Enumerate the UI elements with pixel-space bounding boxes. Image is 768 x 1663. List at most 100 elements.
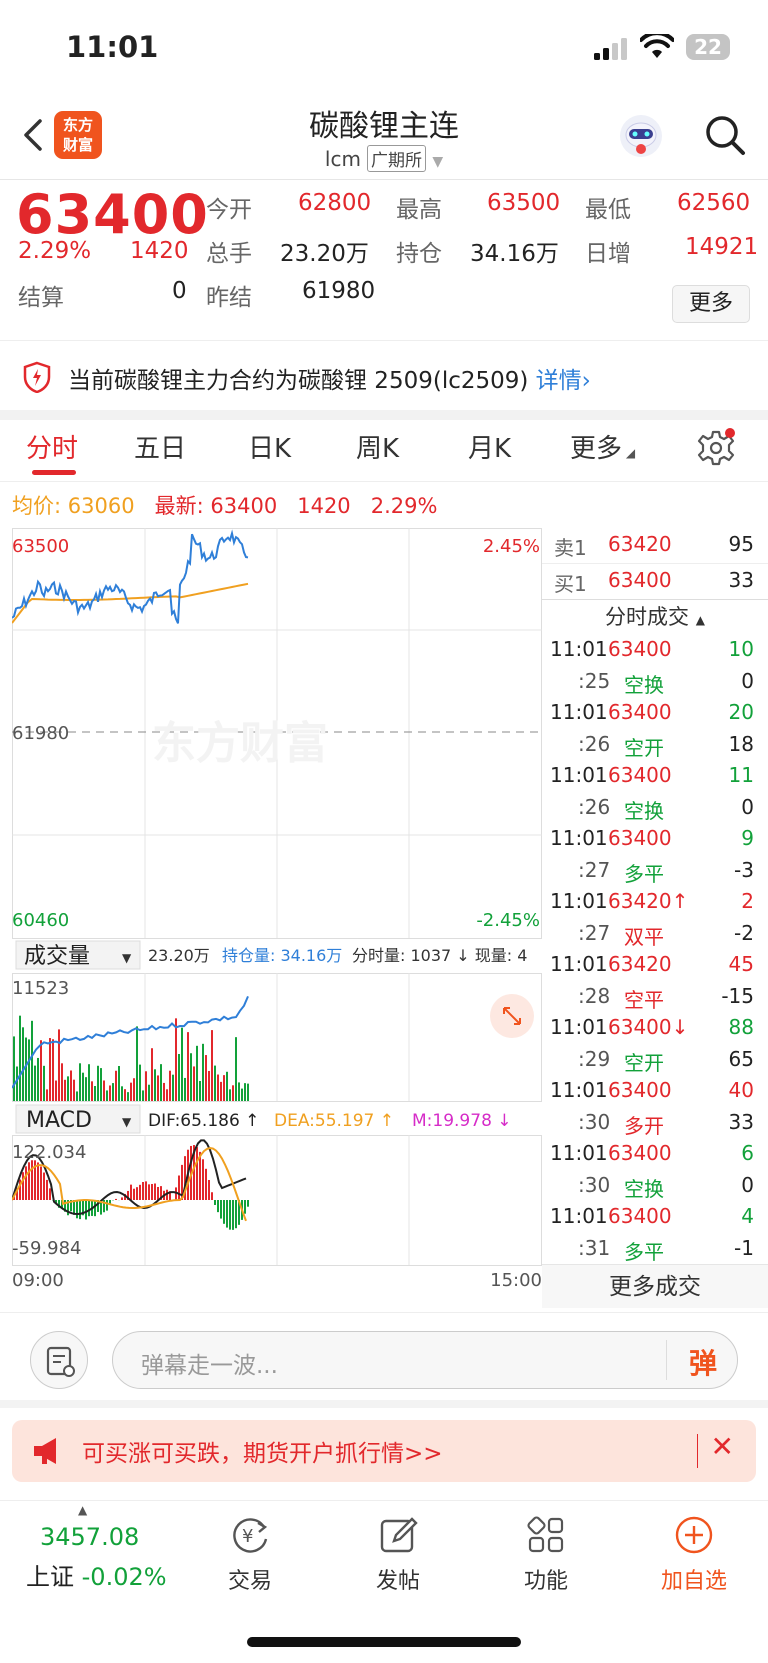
macd-dea: DEA:55.197 ↑ <box>274 1111 394 1131</box>
danmu-settings-button[interactable] <box>30 1331 88 1389</box>
tab-daily-k[interactable]: 日K <box>248 428 291 465</box>
notice-text: 当前碳酸锂主力合约为碳酸锂 2509(lc2509) 详情› <box>68 368 591 394</box>
volume-axis-max: 11523 <box>12 978 69 999</box>
megaphone-icon <box>34 1438 56 1464</box>
avg-value: 63060 <box>67 494 135 518</box>
tick-row: :26 空换 0 <box>578 794 754 823</box>
oi-label: 持仓 <box>396 241 442 267</box>
price-axis-top: 63500 <box>12 536 69 557</box>
time-axis-start: 09:00 <box>12 1270 64 1291</box>
tick-row: 11:01 63400 4 <box>550 1204 754 1228</box>
tab-monthly-k[interactable]: 月K <box>468 428 511 465</box>
robot-assistant-icon[interactable] <box>618 113 664 159</box>
notice-detail-link[interactable]: 详情 <box>536 368 582 394</box>
chevron-down-icon: ▼ <box>122 951 132 965</box>
more-quote-button[interactable]: 更多 <box>672 285 750 323</box>
volume-label: 成交量 <box>24 944 90 969</box>
watermark: 东方财富 <box>152 718 328 769</box>
more-deals-button[interactable]: 更多成交 <box>542 1264 768 1308</box>
volume-tick: 分时量: 1037 ↓ 现量: 4 <box>352 946 527 965</box>
volume-oi: 持仓量: 34.16万 <box>222 946 342 965</box>
macd-axis-top: 122.034 <box>12 1142 86 1163</box>
volume-bars <box>13 1015 249 1101</box>
tick-row: 11:01 63420↑ 2 <box>550 889 754 913</box>
bid-1-row: 买1 63400 33 <box>542 564 768 600</box>
low-label: 最低 <box>585 197 631 223</box>
status-bar: 11:01 22 <box>0 0 768 95</box>
tick-row: 11:01 63400 6 <box>550 1141 754 1165</box>
chevron-down-icon: ▼ <box>122 1115 132 1129</box>
latest-pct: 2.29% <box>370 494 438 518</box>
macd-axis-bottom: -59.984 <box>12 1238 81 1259</box>
change-pct: 2.29% <box>18 238 92 264</box>
plus-circle-icon <box>675 1516 713 1554</box>
chevron-down-icon: ▼ <box>432 154 444 170</box>
danmu-input[interactable]: 弹幕走一波... 弹 <box>112 1331 738 1389</box>
tick-row: :30 多开 33 <box>578 1109 754 1138</box>
post-button[interactable]: 发帖 <box>338 1513 458 1595</box>
price-axis-bottom: 60460 <box>12 910 69 931</box>
avg-latest-bar: 均价: 63060 最新: 63400 1420 2.29% <box>12 490 437 520</box>
main-contract-notice[interactable]: 当前碳酸锂主力合约为碳酸锂 2509(lc2509) 详情› <box>0 340 768 420</box>
tick-row: :28 空平 -15 <box>578 983 754 1012</box>
add-watchlist-button[interactable]: 加自选 <box>634 1513 754 1595</box>
daily-inc-label: 日增 <box>585 241 631 267</box>
time-axis-end: 15:00 <box>490 1270 542 1291</box>
index-ticker[interactable]: 上证 -0.02% <box>26 1557 167 1592</box>
shield-icon <box>23 361 51 393</box>
tick-row: :29 空开 65 <box>578 1046 754 1075</box>
ticks-header[interactable]: 分时成交 ▲ <box>542 600 768 634</box>
prev-settle-value: 61980 <box>302 278 376 304</box>
tick-row: 11:01 63400 10 <box>550 637 754 661</box>
tab-more[interactable]: 更多 ◢ <box>570 428 635 465</box>
tick-row: :30 空换 0 <box>578 1172 754 1201</box>
close-icon[interactable]: ✕ <box>711 1430 734 1463</box>
grid-icon <box>527 1516 564 1553</box>
macd-dif: DIF:65.186 ↑ <box>148 1111 259 1131</box>
intraday-chart[interactable]: 东方财富 63500 61980 60460 2.45% -2.45% 成交量 … <box>12 528 542 1308</box>
banner-text: 可买涨可买跌，期货开户抓行情>> <box>82 1441 443 1467</box>
danmu-toggle-icon[interactable]: 弹 <box>689 1342 717 1382</box>
danmu-bar: 弹幕走一波... 弹 <box>0 1312 768 1408</box>
edit-icon <box>380 1517 418 1553</box>
low-value: 62560 <box>677 190 751 216</box>
document-settings-icon <box>46 1346 75 1377</box>
trade-button[interactable]: ¥ 交易 <box>190 1513 310 1595</box>
caret-up-icon: ▲ <box>78 1503 88 1517</box>
search-icon[interactable] <box>703 113 747 157</box>
macd-label: MACD <box>26 1108 92 1133</box>
daily-inc-value: 14921 <box>685 234 759 260</box>
prev-settle-label: 昨结 <box>206 285 252 311</box>
latest-value: 63400 <box>210 494 278 518</box>
active-tab-indicator <box>32 470 76 475</box>
yen-exchange-icon: ¥ <box>233 1518 268 1553</box>
tab-intraday[interactable]: 分时 <box>26 428 78 465</box>
pct-axis-top: 2.45% <box>483 536 540 557</box>
home-indicator <box>247 1637 521 1647</box>
tick-row: :31 多平 -1 <box>578 1235 754 1264</box>
signal-icon <box>594 38 627 60</box>
tab-weekly-k[interactable]: 周K <box>356 428 399 465</box>
account-open-banner[interactable]: 可买涨可买跌，期货开户抓行情>> ✕ <box>12 1420 756 1482</box>
last-price: 63400 <box>16 183 209 246</box>
tick-row: :27 双平 -2 <box>578 920 754 949</box>
status-time: 11:01 <box>66 30 159 64</box>
settle-label: 结算 <box>18 285 64 311</box>
pct-axis-bottom: -2.45% <box>476 910 540 931</box>
tick-row: 11:01 63400 11 <box>550 763 754 787</box>
tick-row: 11:01 63400 9 <box>550 826 754 850</box>
tick-row: :25 空换 0 <box>578 668 754 697</box>
tick-row: 11:01 63420 45 <box>550 952 754 976</box>
settings-gear-icon[interactable] <box>696 428 736 468</box>
volume-label: 总手 <box>206 241 252 267</box>
avg-label: 均价: <box>12 494 62 518</box>
macd-m: M:19.978 ↓ <box>412 1111 512 1131</box>
open-value: 62800 <box>298 190 372 216</box>
tick-row: 11:01 63400 20 <box>550 700 754 724</box>
ask-1-row: 卖1 63420 95 <box>542 528 768 564</box>
index-value: 3457.08 <box>40 1523 140 1551</box>
chevron-right-icon: › <box>581 368 591 394</box>
functions-button[interactable]: 功能 <box>486 1513 606 1595</box>
tab-five-day[interactable]: 五日 <box>134 428 186 465</box>
high-value: 63500 <box>487 190 561 216</box>
